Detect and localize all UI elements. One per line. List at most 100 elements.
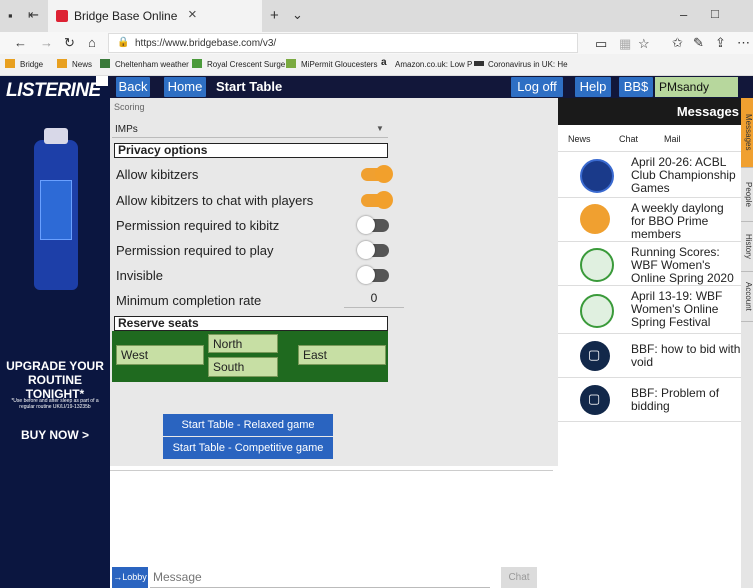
browser-tab[interactable]: Bridge Base Online × bbox=[48, 0, 262, 32]
more-icon[interactable]: ⋯ bbox=[737, 36, 750, 49]
news-item-text: Running Scores: WBF Women's Online Sprin… bbox=[631, 245, 734, 285]
permission-play-label: Permission required to play bbox=[116, 243, 274, 258]
app-top-bar: Back Home Start Table Log off Help BB$ P… bbox=[110, 76, 753, 98]
bookmark-news[interactable]: News bbox=[72, 60, 92, 69]
wbf-logo-icon bbox=[580, 294, 614, 328]
bottle-cap bbox=[44, 128, 68, 144]
logoff-button[interactable]: Log off bbox=[511, 77, 563, 97]
reserve-seats-heading: Reserve seats bbox=[114, 316, 388, 331]
share-icon[interactable]: ⇪ bbox=[715, 36, 726, 49]
ad-headline: UPGRADE YOUR ROUTINE TONIGHT* bbox=[6, 359, 104, 401]
news-item[interactable]: April 20-26: ACBL Club Championship Game… bbox=[558, 152, 741, 198]
scoring-value: IMPs bbox=[115, 124, 138, 135]
leaf-icon bbox=[192, 59, 202, 68]
ad-buy-now[interactable]: BUY NOW > bbox=[4, 428, 106, 442]
invisible-toggle[interactable] bbox=[357, 266, 389, 284]
app-icon[interactable]: ▦ bbox=[619, 37, 631, 50]
news-item[interactable]: A weekly daylong for BBO Prime members bbox=[558, 198, 741, 242]
folder-icon bbox=[5, 59, 15, 68]
forward-arrow-icon[interactable]: → bbox=[40, 36, 53, 49]
news-item[interactable]: April 13-19: WBF Women's Online Spring F… bbox=[558, 286, 741, 334]
ad-fineprint: *Use before and after sleep as part of a… bbox=[11, 398, 99, 410]
news-item-text: BBF: how to bid with void bbox=[631, 342, 741, 369]
set-tabs-aside-icon[interactable]: ⇤ bbox=[28, 8, 39, 21]
back-button[interactable]: Back bbox=[116, 77, 150, 97]
allow-kibitzers-toggle[interactable] bbox=[361, 165, 393, 183]
bookmark-bridge[interactable]: Bridge bbox=[20, 60, 43, 69]
bookmark-mipermit[interactable]: MiPermit Gloucesters bbox=[301, 60, 377, 69]
listerine-ad[interactable]: LISTERINE UPGRADE YOUR ROUTINE TONIGHT* … bbox=[0, 76, 110, 588]
tab-news[interactable]: News bbox=[568, 134, 591, 144]
tab-chat[interactable]: Chat bbox=[619, 134, 638, 144]
chat-send-button[interactable]: Chat bbox=[501, 567, 537, 588]
permission-kibitz-toggle[interactable] bbox=[357, 216, 389, 234]
news-item-text: April 20-26: ACBL Club Championship Game… bbox=[631, 155, 736, 195]
news-item[interactable]: ▢ BBF: how to bid with void bbox=[558, 334, 741, 378]
reading-view-icon[interactable]: ▭ bbox=[595, 37, 607, 50]
bookmark-amazon[interactable]: Amazon.co.uk: Low P bbox=[395, 60, 472, 69]
pen-icon[interactable]: ✎ bbox=[693, 36, 704, 49]
close-tab-icon[interactable]: × bbox=[188, 6, 197, 23]
wbf-logo-icon bbox=[580, 248, 614, 282]
maximize-icon[interactable]: □ bbox=[711, 7, 719, 20]
tab-actions-icon[interactable]: ▪ bbox=[8, 9, 13, 22]
toggle-knob bbox=[357, 266, 375, 284]
weather-icon bbox=[100, 59, 110, 68]
favorite-star-icon[interactable]: ☆ bbox=[638, 37, 650, 50]
bookmark-cheltenham-weather[interactable]: Cheltenham weather bbox=[115, 60, 189, 69]
home-icon[interactable]: ⌂ bbox=[88, 36, 96, 49]
seat-reservation-area: West North South East bbox=[112, 331, 388, 382]
permission-play-toggle[interactable] bbox=[357, 241, 389, 259]
sidetab-people[interactable]: People bbox=[741, 168, 753, 222]
chevron-down-icon[interactable]: ⌄ bbox=[292, 8, 303, 21]
permission-kibitz-label: Permission required to kibitz bbox=[116, 218, 280, 233]
username-badge[interactable]: PMsandy bbox=[655, 77, 738, 97]
home-button[interactable]: Home bbox=[164, 77, 206, 97]
new-tab-icon[interactable]: + bbox=[270, 8, 279, 23]
allow-kibitzers-chat-toggle[interactable] bbox=[361, 191, 393, 209]
tab-mail[interactable]: Mail bbox=[664, 134, 681, 144]
news-item[interactable]: Running Scores: WBF Women's Online Sprin… bbox=[558, 242, 741, 286]
seat-south[interactable]: South bbox=[208, 357, 278, 377]
browser-tab-strip: ▪ ⇤ Bridge Base Online × + ⌄ – □ bbox=[0, 0, 753, 32]
seat-north[interactable]: North bbox=[208, 334, 278, 353]
news-item-text: April 13-19: WBF Women's Online Spring F… bbox=[631, 289, 723, 329]
acbl-logo-icon bbox=[580, 159, 614, 193]
bbdollars-button[interactable]: BB$ bbox=[619, 77, 653, 97]
url-field[interactable]: 🔒 https://www.bridgebase.com/v3/ ▭ ▦ ☆ bbox=[108, 33, 650, 53]
bbc-icon bbox=[474, 61, 484, 66]
toggle-knob bbox=[375, 191, 393, 209]
url-text: https://www.bridgebase.com/v3/ bbox=[135, 38, 277, 49]
sidetab-messages[interactable]: Messages bbox=[741, 98, 753, 168]
toggle-knob bbox=[357, 216, 375, 234]
adchoices-icon[interactable] bbox=[96, 76, 108, 86]
scoring-select[interactable]: IMPs ▼ bbox=[112, 120, 388, 138]
bottle-label bbox=[40, 180, 72, 240]
seat-east[interactable]: East bbox=[298, 345, 386, 365]
folder-icon bbox=[57, 59, 67, 68]
toggle-knob bbox=[375, 165, 393, 183]
start-competitive-button[interactable]: Start Table - Competitive game bbox=[163, 437, 333, 459]
news-item[interactable]: ▢ BBF: Problem of bidding bbox=[558, 378, 741, 422]
start-relaxed-button[interactable]: Start Table - Relaxed game bbox=[163, 414, 333, 436]
messages-tabs: News Chat Mail bbox=[558, 125, 741, 152]
minimize-icon[interactable]: – bbox=[680, 8, 687, 21]
bookmark-royal-crescent[interactable]: Royal Crescent Surge bbox=[207, 60, 285, 69]
sidetab-history[interactable]: History bbox=[741, 222, 753, 272]
bookmark-coronavirus[interactable]: Coronavirus in UK: He bbox=[488, 60, 568, 69]
help-button[interactable]: Help bbox=[575, 77, 611, 97]
sidetab-account[interactable]: Account bbox=[741, 272, 753, 322]
privacy-options-heading: Privacy options bbox=[114, 143, 388, 158]
messages-header: Messages bbox=[558, 98, 741, 125]
lobby-chat-target-button[interactable]: →Lobby bbox=[112, 567, 148, 588]
refresh-icon[interactable]: ↻ bbox=[64, 36, 75, 49]
min-completion-input[interactable]: 0 bbox=[344, 290, 404, 308]
favorites-list-icon[interactable]: ✩ bbox=[672, 36, 683, 49]
chat-message-input[interactable] bbox=[150, 567, 490, 588]
seat-west[interactable]: West bbox=[116, 345, 204, 365]
bookmarks-bar: Bridge News Cheltenham weather Royal Cre… bbox=[0, 54, 753, 76]
tab-title: Bridge Base Online bbox=[74, 9, 178, 23]
dropdown-arrow-icon: ▼ bbox=[376, 124, 384, 133]
back-arrow-icon[interactable]: ← bbox=[14, 36, 27, 49]
chat-bubble-icon: ▢ bbox=[580, 341, 610, 371]
